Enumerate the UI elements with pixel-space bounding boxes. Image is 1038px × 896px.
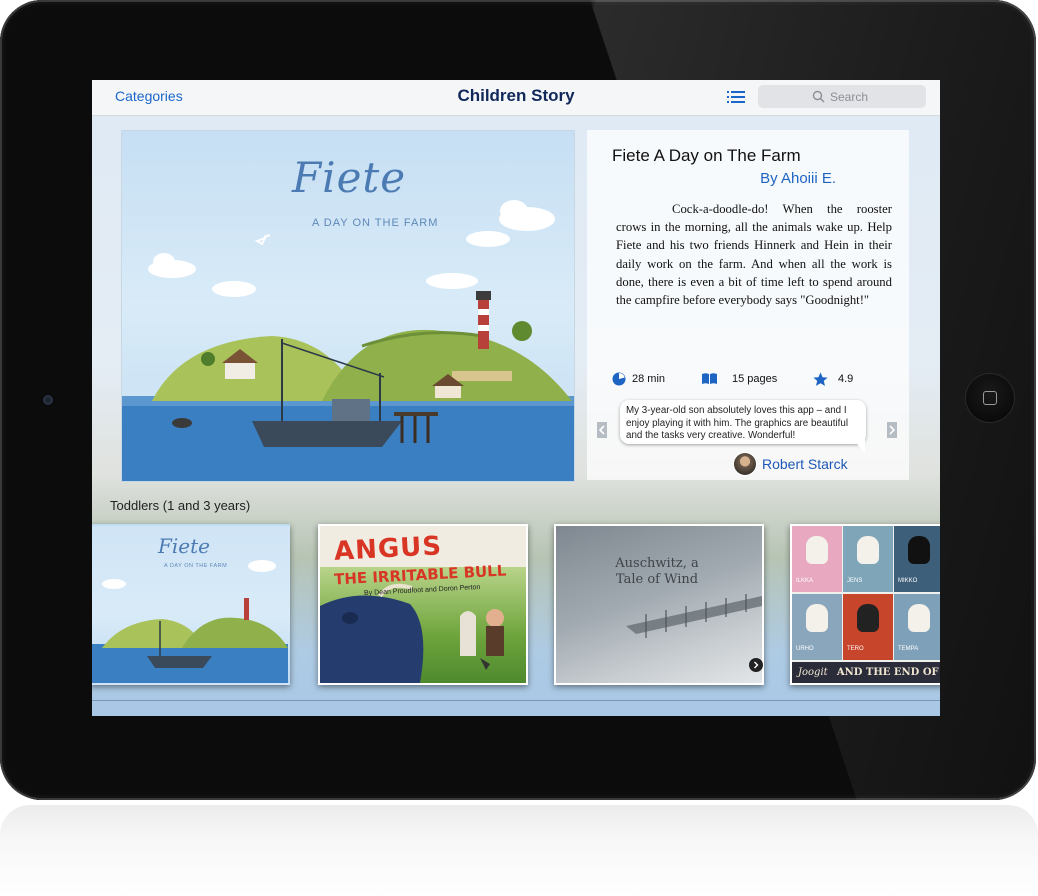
monster-tile: MIKKO [894,526,940,592]
fence-illustration [626,594,762,638]
book-thumbnail-auschwitz[interactable]: Auschwitz, a Tale of Wind [554,524,764,685]
monster-tile-label: MIKKO [898,578,918,584]
camera-icon [43,395,53,405]
book-icon [702,373,717,384]
thumbnail-title: Fiete [158,534,210,558]
reviewer-name[interactable]: Robert Starck [762,456,848,472]
monster-tile-label: ILKKA [796,578,814,584]
search-icon [812,90,825,103]
review-bubble: My 3-year-old son absolutely loves this … [620,400,866,444]
monster-tile-label: JENS [847,578,863,584]
review-next-button[interactable] [887,422,897,438]
home-button[interactable] [966,374,1014,422]
clock-icon [612,372,626,386]
book-description: Cock-a-doodle-do! When the rooster crows… [616,202,892,308]
duration-text: 28 min [632,373,666,385]
monster-tile-grid: ILKKA JENS MIKKO URHO TERO TEMPA [792,526,940,662]
monster-figure [908,536,930,564]
monster-figure [806,604,828,632]
monster-tile-label: TERO [847,646,864,652]
review-prev-button[interactable] [597,422,607,438]
search-field[interactable] [758,85,926,108]
categories-button[interactable]: Categories [115,88,183,104]
monster-tile-label: TEMPA [898,646,919,652]
monster-tile: TERO [843,594,893,660]
book-title: Fiete A Day on The Farm [612,146,801,165]
search-input[interactable] [830,87,920,106]
book-author[interactable]: By Ahoiii E. [760,170,836,187]
tablet-reflection [0,805,1038,896]
monster-figure [806,536,828,564]
auschwitz-title: Auschwitz, a Tale of Wind [615,556,699,587]
book-thumbnail-joogit[interactable]: ILKKA JENS MIKKO URHO TERO TEMPA Joogit AND T… [790,524,940,685]
monster-figure [908,604,930,632]
book-thumbnail-fiete[interactable]: Fiete A DAY ON THE FARM [92,524,290,685]
chevron-right-icon [889,425,896,435]
star-icon [813,372,828,386]
monster-tile: ILKKA [792,526,842,592]
rating-text: 4.9 [838,373,854,385]
chevron-right-icon [754,661,759,669]
cover-subtitle: A DAY ON THE FARM [312,217,439,229]
monster-tile: URHO [792,594,842,660]
cover-title: Fiete [292,153,407,202]
monster-figure [857,536,879,564]
carousel-next-button[interactable] [749,658,763,672]
navigation-bar: Categories Children Story [92,80,940,116]
pages-text: 15 pages [732,373,778,385]
joogit-title-bar: Joogit AND THE END OF W [792,662,940,683]
book-thumbnail-angus[interactable]: ANGUS THE IRRITABLE BULL By Dean Proudfo… [318,524,528,685]
angus-title: ANGUS [333,531,443,567]
tablet-frame: Categories Children Story Search Fiete A… [0,0,1036,800]
monster-figure [857,604,879,632]
monster-tile: JENS [843,526,893,592]
joogit-tagline: AND THE END OF W [836,667,940,678]
thumbnail-subtitle: A DAY ON THE FARM [164,563,228,569]
joogit-brand: Joogit [798,667,828,678]
reviewer-avatar [734,453,756,475]
chevron-left-icon [598,425,605,435]
book-detail-panel: Fiete A Day on The Farm By Ahoiii E. Coc… [587,130,909,480]
list-view-icon[interactable] [727,90,745,104]
featured-book-cover[interactable]: Fiete A DAY ON THE FARM [121,130,575,482]
bubble-tail [851,436,865,454]
shelf-category-label: Toddlers (1 and 3 years) [110,498,251,513]
app-screen: Categories Children Story Search Fiete A… [92,80,940,716]
shelf-divider [92,700,940,701]
monster-tile-label: URHO [796,646,814,652]
monster-tile: TEMPA [894,594,940,660]
